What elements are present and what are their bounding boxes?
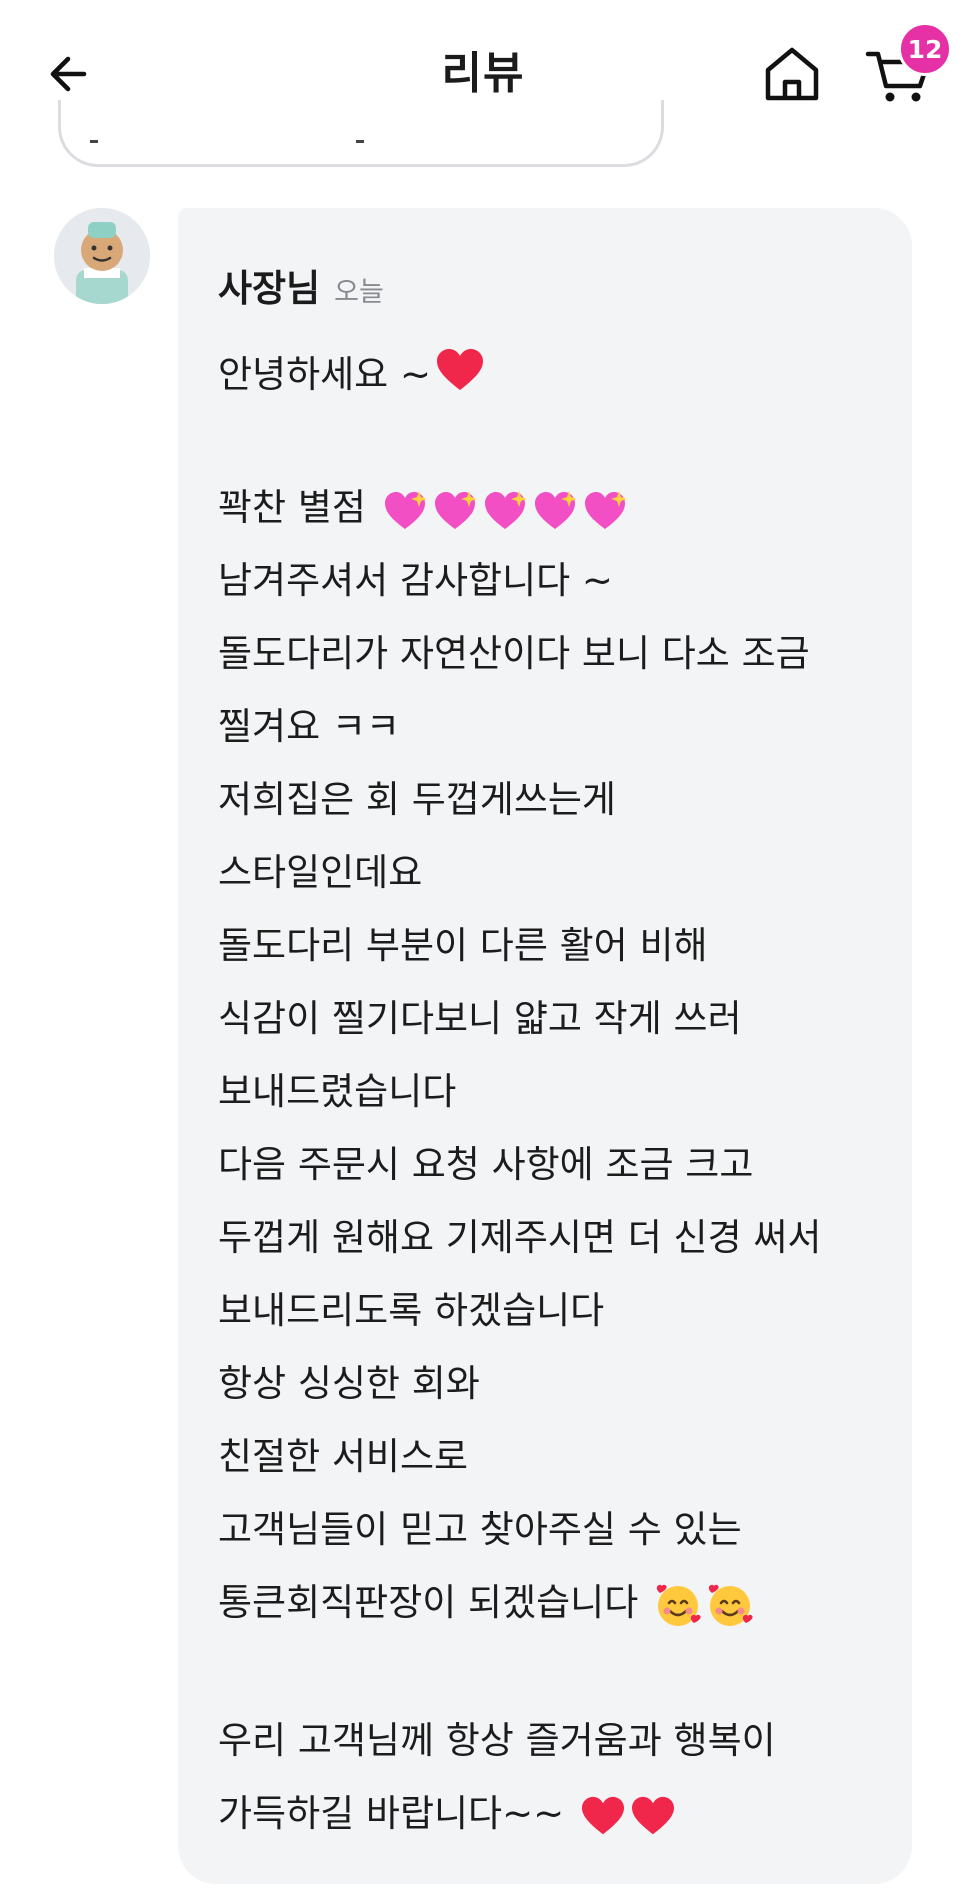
home-button[interactable] [758,42,826,106]
sparkling-heart-emoji [534,490,577,529]
reply-line: 스타일인데요 [218,851,423,894]
reply-line: 고객님들이 믿고 찾아주실 수 있는 [218,1508,742,1551]
sparkling-heart-emoji [484,490,527,529]
reply-line: 남겨주셔서 감사합니다 ~ [218,559,613,602]
reply-line: 보내드렸습니다 [218,1070,457,1113]
red-heart-emoji [631,1796,674,1834]
reply-line: 가득하길 바랍니다~~ [218,1789,676,1839]
owner-reply-bubble [178,208,912,1884]
cart-count-badge: 12 [898,22,952,76]
reply-line: 다음 주문시 요청 사항에 조금 크고 [218,1143,754,1186]
sparkling-heart-emoji [384,490,427,529]
smiling-face-with-hearts-emoji-group [650,1581,754,1626]
reply-line: 찔겨요 ㅋㅋ [218,705,400,748]
home-icon [765,47,819,101]
reply-line: 식감이 찔기다보니 얇고 작게 쓰러 [218,997,742,1040]
red-heart-emoji [435,347,485,406]
sparkling-heart-emoji [434,490,477,529]
reply-line: 돌도다리 부분이 다른 활어 비해 [218,924,708,967]
owner-name: 사장님 [218,267,321,310]
reply-line: 안녕하세요 ~ [218,347,485,406]
reply-time: 오늘 [334,277,384,308]
owner-avatar [54,208,150,304]
reply-line: 두껍게 원해요 기제주시면 더 신경 써서 [218,1216,822,1259]
reply-line: 항상 싱싱한 회와 [218,1362,480,1405]
reply-line: 저희집은 회 두껍게쓰는게 [218,778,616,821]
reply-line: 우리 고객님께 항상 즐거움과 행복이 [218,1719,776,1762]
red-heart-emoji [581,1796,624,1834]
chef-avatar-icon [54,208,150,304]
reply-line: 보내드리도록 하겠습니다 [218,1289,605,1332]
divider-mark [90,140,98,143]
divider-mark [356,140,364,143]
reply-line: 돌도다리가 자연산이다 보니 다소 조금 [218,632,810,675]
sparkling-heart-emoji [584,490,627,529]
smiling-face-with-hearts-emoji [656,1584,701,1626]
previous-review-card [58,100,664,167]
reply-line: 꽉찬 별점 [218,483,628,533]
red-heart-emoji-group [576,1792,676,1835]
reply-line: 친절한 서비스로 [218,1435,469,1478]
smiling-face-with-hearts-emoji [708,1584,753,1626]
sparkling-heart-emoji-group [378,486,628,529]
reply-header: 사장님 오늘 [218,258,384,310]
reply-line: 통큰회직판장이 되겠습니다 [218,1578,754,1629]
